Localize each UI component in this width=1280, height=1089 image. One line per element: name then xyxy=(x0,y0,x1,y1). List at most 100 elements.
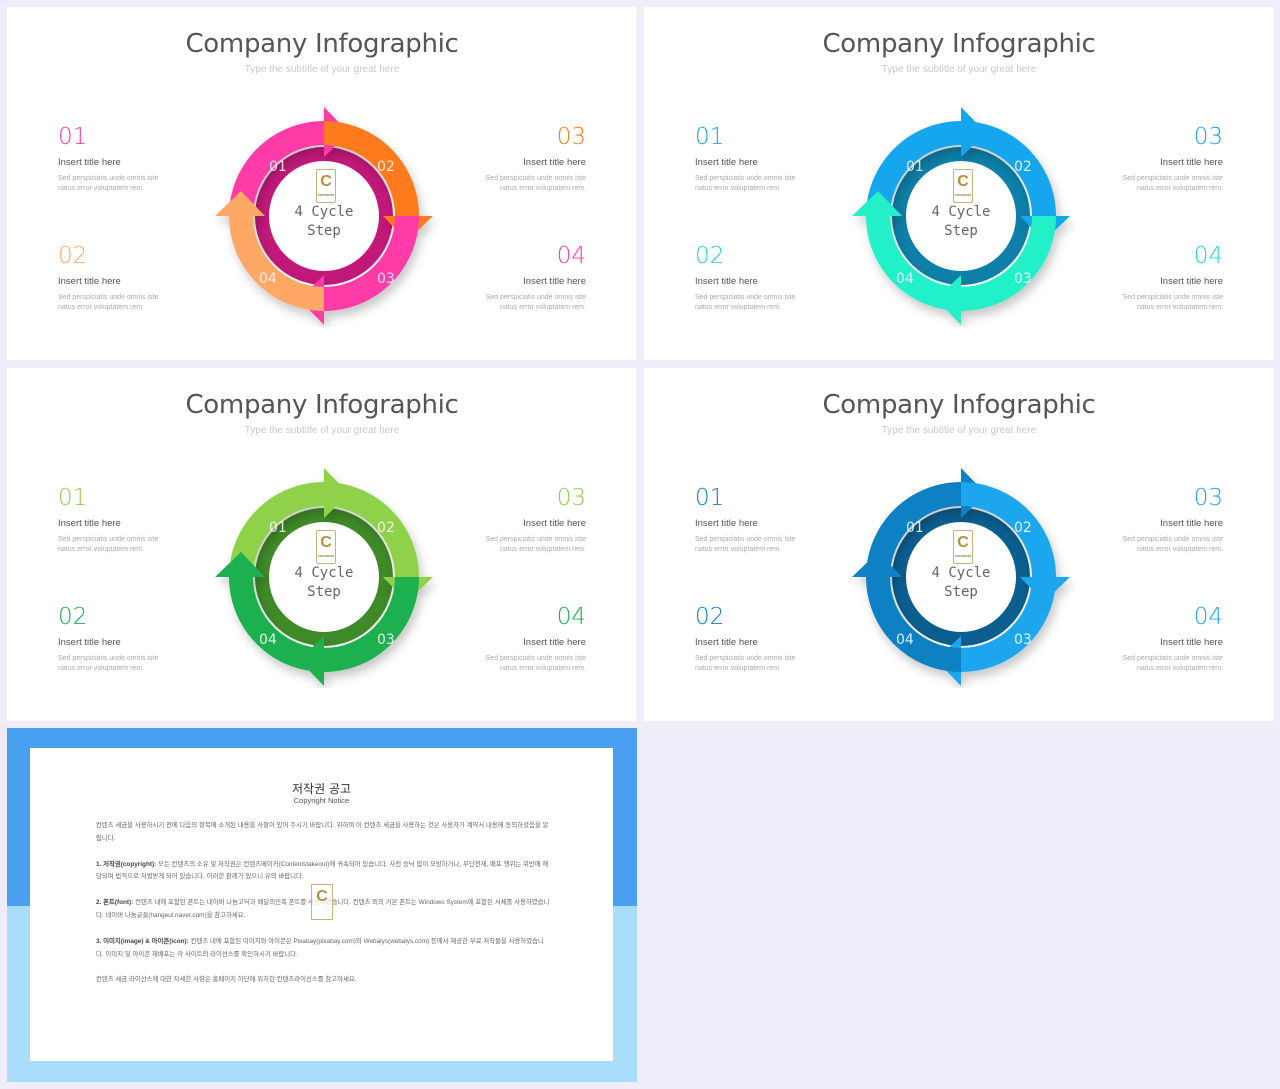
step-description: Sed perspiciatis unde omnis iste natus er… xyxy=(485,536,586,553)
step-description: Sed perspiciatis unde omnis iste natus er… xyxy=(1122,175,1223,192)
step-description: Sed perspiciatis unde omnis iste natus er… xyxy=(58,536,159,553)
contents-logo: C xyxy=(311,884,333,920)
segment-label-02: 02 xyxy=(1014,520,1032,536)
step-title: Insert title here xyxy=(58,157,121,168)
cycle-diagram: 01 02 03 04 C CONTENTS 4 Cycle Step xyxy=(209,105,439,327)
step-number: 03 xyxy=(1193,124,1223,150)
step-title: Insert title here xyxy=(1160,518,1223,529)
segment-label-03: 03 xyxy=(377,271,395,287)
slide-title: Company Infographic xyxy=(185,390,459,420)
step-number: 03 xyxy=(556,485,586,511)
slide-title: Company Infographic xyxy=(822,390,1096,420)
slide-4: Company Infographic Type the subtitle of… xyxy=(644,368,1274,721)
center-label: 4 Cycle Step xyxy=(931,565,991,600)
step-item-02: 02 Insert title here Sed perspiciatis un… xyxy=(695,243,825,313)
step-item-03: 03 Insert title here Sed perspiciatis un… xyxy=(456,485,586,555)
cycle-diagram: 01 02 03 04 C CONTENTS 4 Cycle Step xyxy=(846,466,1076,688)
slide-subtitle: Type the subtitle of your great here xyxy=(881,425,1037,436)
step-description: Sed perspiciatis unde omnis iste natus er… xyxy=(695,536,796,553)
center-label: 4 Cycle Step xyxy=(931,204,991,239)
step-number: 02 xyxy=(695,243,725,269)
step-title: Insert title here xyxy=(523,157,586,168)
step-description: Sed perspiciatis unde omnis iste natus er… xyxy=(695,294,796,311)
step-title: Insert title here xyxy=(1160,637,1223,648)
cycle-diagram: 01 02 03 04 C CONTENTS 4 Cycle Step xyxy=(846,105,1076,327)
step-title: Insert title here xyxy=(58,276,121,287)
step-description: Sed perspiciatis unde omnis iste natus er… xyxy=(58,655,159,672)
segment-label-01: 01 xyxy=(906,520,924,536)
step-item-01: 01 Insert title here Sed perspiciatis un… xyxy=(58,124,188,194)
slide-1: Company Infographic Type the subtitle of… xyxy=(7,7,637,360)
slide-title: Company Infographic xyxy=(185,29,459,59)
segment-label-03: 03 xyxy=(1014,271,1032,287)
step-description: Sed perspiciatis unde omnis iste natus er… xyxy=(695,175,796,192)
step-item-02: 02 Insert title here Sed perspiciatis un… xyxy=(695,604,825,674)
copyright-subtitle: Copyright Notice xyxy=(293,796,350,805)
step-description: Sed perspiciatis unde omnis iste natus er… xyxy=(485,294,586,311)
copyright-paragraph: 3. 이미지(image) & 아이콘(icon): 컨텐츠 내에 포함된 이미… xyxy=(96,937,544,958)
step-title: Insert title here xyxy=(523,276,586,287)
segment-label-01: 01 xyxy=(906,159,924,175)
segment-label-01: 01 xyxy=(269,159,287,175)
step-number: 03 xyxy=(1193,485,1223,511)
step-title: Insert title here xyxy=(695,518,758,529)
step-title: Insert title here xyxy=(695,157,758,168)
contents-logo: C CONTENTS xyxy=(953,169,973,203)
step-number: 04 xyxy=(1193,604,1223,630)
step-item-01: 01 Insert title here Sed perspiciatis un… xyxy=(695,124,825,194)
step-number: 04 xyxy=(556,604,586,630)
segment-label-04: 04 xyxy=(259,632,277,648)
slide-3: Company Infographic Type the subtitle of… xyxy=(7,368,637,721)
step-item-04: 04 Insert title here Sed perspiciatis un… xyxy=(456,604,586,674)
step-title: Insert title here xyxy=(1160,276,1223,287)
step-description: Sed perspiciatis unde omnis iste natus er… xyxy=(58,175,159,192)
step-item-01: 01 Insert title here Sed perspiciatis un… xyxy=(695,485,825,555)
segment-label-02: 02 xyxy=(1014,159,1032,175)
step-item-01: 01 Insert title here Sed perspiciatis un… xyxy=(58,485,188,555)
copyright-paragraph: 1. 저작권(copyright): 모든 컨텐츠의 소유 및 저작권은 컨텐츠… xyxy=(96,860,549,881)
step-description: Sed perspiciatis unde omnis iste natus er… xyxy=(695,655,796,672)
slide-title: Company Infographic xyxy=(822,29,1096,59)
step-item-04: 04 Insert title here Sed perspiciatis un… xyxy=(456,243,586,313)
step-title: Insert title here xyxy=(523,637,586,648)
step-description: Sed perspiciatis unde omnis iste natus er… xyxy=(1122,294,1223,311)
step-item-03: 03 Insert title here Sed perspiciatis un… xyxy=(1093,124,1223,194)
step-number: 01 xyxy=(695,485,725,511)
step-title: Insert title here xyxy=(58,637,121,648)
step-description: Sed perspiciatis unde omnis iste natus er… xyxy=(1122,655,1223,672)
step-title: Insert title here xyxy=(695,276,758,287)
step-item-04: 04 Insert title here Sed perspiciatis un… xyxy=(1093,604,1223,674)
step-title: Insert title here xyxy=(58,518,121,529)
slide-2: Company Infographic Type the subtitle of… xyxy=(644,7,1274,360)
step-description: Sed perspiciatis unde omnis iste natus er… xyxy=(58,294,159,311)
step-number: 04 xyxy=(556,243,586,269)
segment-label-03: 03 xyxy=(1014,632,1032,648)
step-number: 03 xyxy=(556,124,586,150)
segment-label-01: 01 xyxy=(269,520,287,536)
step-number: 02 xyxy=(58,243,88,269)
step-item-03: 03 Insert title here Sed perspiciatis un… xyxy=(456,124,586,194)
step-number: 02 xyxy=(695,604,725,630)
slide-subtitle: Type the subtitle of your great here xyxy=(881,64,1037,75)
step-title: Insert title here xyxy=(1160,157,1223,168)
contents-logo: C CONTENTS xyxy=(953,530,973,564)
slide-subtitle: Type the subtitle of your great here xyxy=(244,425,400,436)
center-label: 4 Cycle Step xyxy=(294,565,354,600)
step-number: 01 xyxy=(58,485,88,511)
step-description: Sed perspiciatis unde omnis iste natus er… xyxy=(485,175,586,192)
step-title: Insert title here xyxy=(695,637,758,648)
copyright-paragraph: 컨텐츠 세금을 사용하시기 전에 다음의 항목에 소개된 내용을 사항이 있어 … xyxy=(96,822,549,842)
copyright-slide: 저작권 공고 Copyright Notice 컨텐츠 세금을 사용하시기 전에… xyxy=(7,728,637,1082)
cycle-diagram: 01 02 03 04 C CONTENTS 4 Cycle Step xyxy=(209,466,439,688)
segment-label-04: 04 xyxy=(896,271,914,287)
step-item-02: 02 Insert title here Sed perspiciatis un… xyxy=(58,243,188,313)
contents-logo: C CONTENTS xyxy=(316,169,336,203)
step-description: Sed perspiciatis unde omnis iste natus er… xyxy=(1122,536,1223,553)
center-label: 4 Cycle Step xyxy=(294,204,354,239)
slide-subtitle: Type the subtitle of your great here xyxy=(244,64,400,75)
step-number: 01 xyxy=(58,124,88,150)
segment-label-03: 03 xyxy=(377,632,395,648)
step-item-04: 04 Insert title here Sed perspiciatis un… xyxy=(1093,243,1223,313)
step-number: 04 xyxy=(1193,243,1223,269)
segment-label-02: 02 xyxy=(377,159,395,175)
